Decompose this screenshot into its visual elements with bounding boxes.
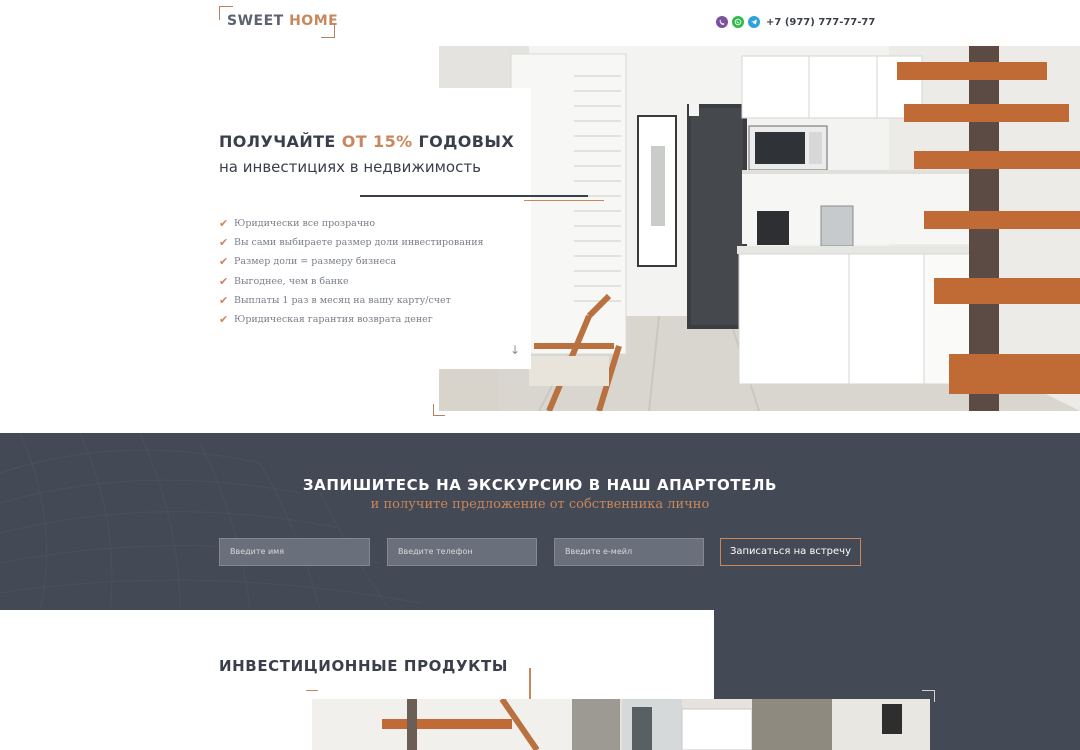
feature-text: Выплаты 1 раз в месяц на вашу карту/счет: [234, 294, 451, 306]
feature-text: Юридическая гарантия возврата денег: [234, 314, 433, 326]
check-icon: ✔: [219, 255, 229, 269]
check-icon: ✔: [219, 274, 229, 288]
name-input[interactable]: Введите имя: [219, 538, 370, 566]
feature-text: Выгоднее, чем в банке: [234, 275, 349, 287]
hero-divider: [360, 195, 588, 197]
header-contacts: +7 (977) 777-77-77: [716, 14, 875, 30]
check-icon: ✔: [219, 293, 229, 307]
phone-input[interactable]: Введите телефон: [387, 538, 537, 566]
mesh-pattern-decoration: [0, 433, 421, 610]
phone-number[interactable]: +7 (977) 777-77-77: [766, 17, 875, 28]
feature-item: ✔ Выплаты 1 раз в месяц на вашу карту/сче…: [219, 291, 484, 310]
hero-image-kitchen: [439, 46, 1080, 411]
feature-item: ✔ Юридически все прозрачно: [219, 214, 484, 233]
check-icon: ✔: [219, 313, 229, 327]
hero-title: ПОЛУЧАЙТЕ ОТ 15% ГОДОВЫХ: [219, 132, 514, 151]
hero-subtitle: на инвестициях в недвижимость: [219, 158, 481, 176]
booking-subtitle: и получите предложение от собственника л…: [370, 497, 710, 512]
feature-list: ✔ Юридически все прозрачно ✔ Вы сами выбир…: [219, 214, 484, 329]
logo-word-sweet: SWEET: [227, 13, 284, 29]
feature-text: Юридически все прозрачно: [234, 218, 376, 230]
check-icon: ✔: [219, 217, 229, 231]
email-input[interactable]: Введите е-мейл: [554, 538, 704, 566]
telegram-icon[interactable]: [748, 16, 760, 28]
check-icon: ✔: [219, 236, 229, 250]
hero-title-accent: ОТ 15%: [341, 132, 413, 151]
logo-word-home: HOME: [289, 13, 339, 29]
viber-icon[interactable]: [716, 16, 728, 28]
products-title: ИНВЕСТИЦИОННЫЕ ПРОДУКТЫ: [219, 657, 508, 675]
hero-divider-accent: [524, 200, 604, 201]
hero-corner-decoration: [433, 404, 445, 416]
products-image: [312, 699, 930, 750]
scroll-down-icon[interactable]: ↓: [510, 343, 520, 357]
booking-section: [0, 433, 1080, 610]
feature-text: Вы сами выбираете размер доли инвестиров…: [234, 237, 484, 249]
logo[interactable]: SWEET HOME: [219, 6, 338, 38]
feature-text: Размер доли = размеру бизнеса: [234, 256, 397, 268]
feature-item: ✔ Вы сами выбираете размер доли инвестиро…: [219, 233, 484, 252]
whatsapp-icon[interactable]: [732, 16, 744, 28]
products-corner-left: [306, 690, 318, 691]
book-meeting-button[interactable]: Записаться на встречу: [720, 538, 861, 566]
feature-item: ✔ Выгоднее, чем в банке: [219, 272, 484, 291]
booking-title: ЗАПИШИТЕСЬ НА ЭКСКУРСИЮ В НАШ АПАРТОТЕЛЬ: [302, 476, 778, 494]
feature-item: ✔ Размер доли = размеру бизнеса: [219, 252, 484, 271]
hero-title-prefix: ПОЛУЧАЙТЕ: [219, 132, 336, 151]
logo-text: SWEET HOME: [227, 13, 338, 29]
hero-title-suffix: ГОДОВЫХ: [418, 132, 515, 151]
feature-item: ✔ Юридическая гарантия возврата денег: [219, 310, 484, 329]
